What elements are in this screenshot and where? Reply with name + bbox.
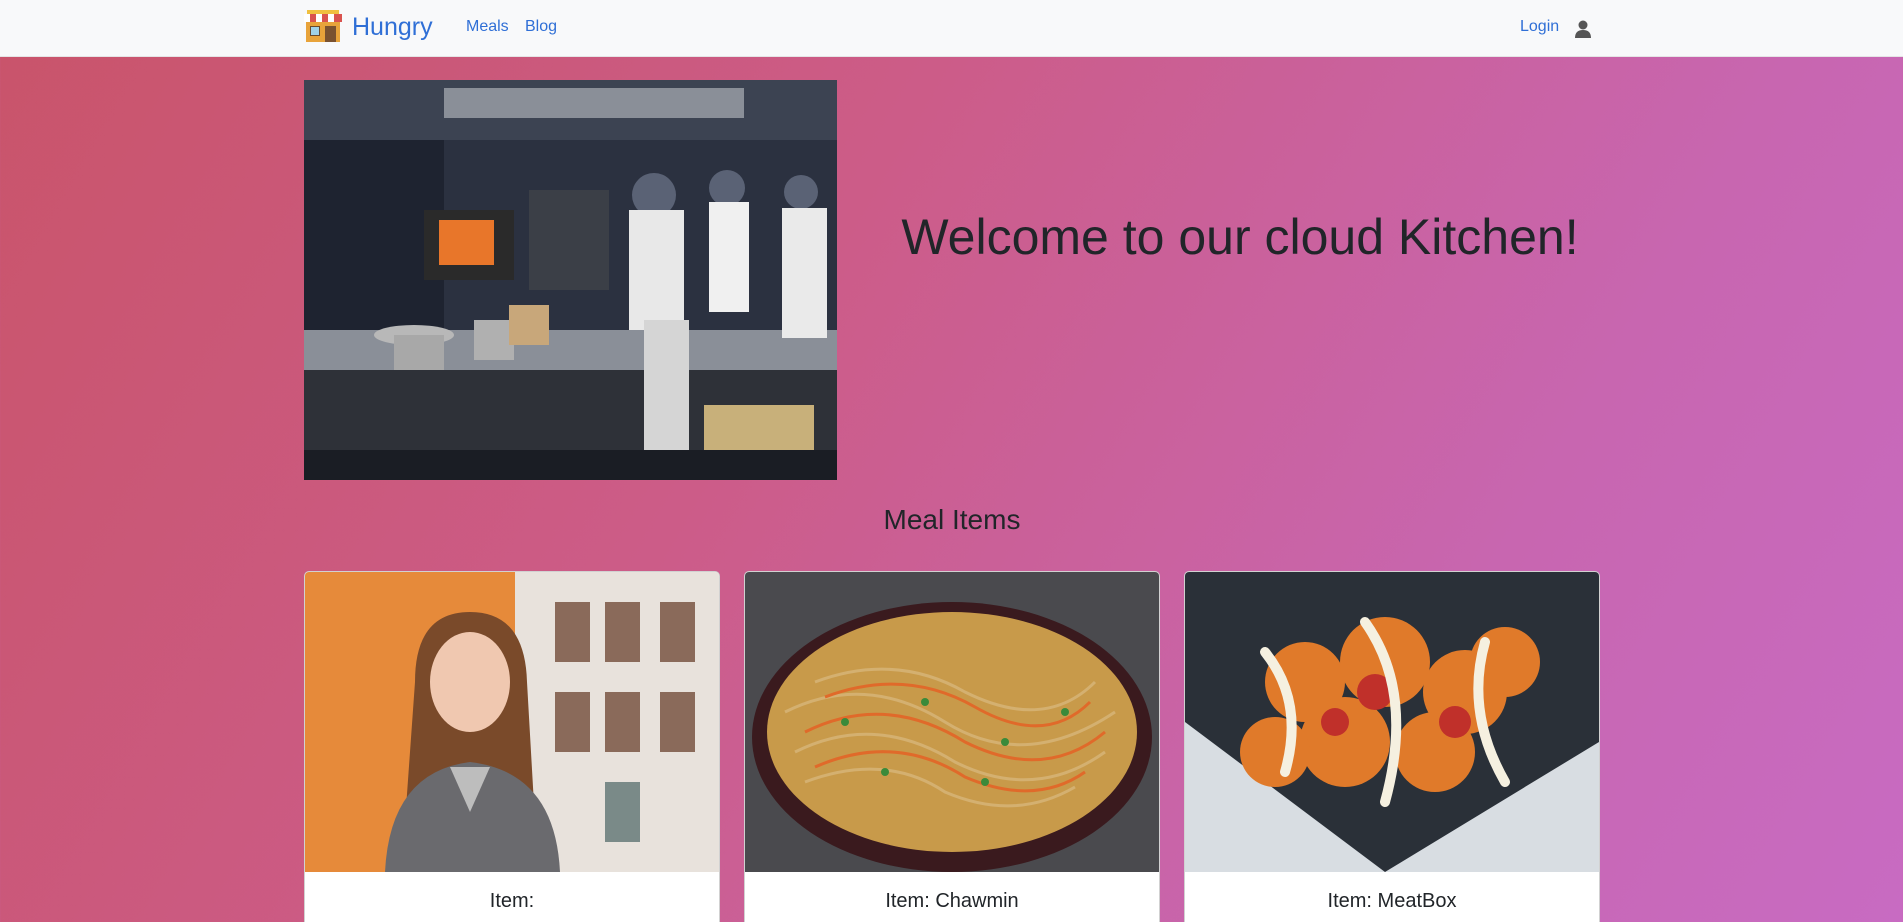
meal-card[interactable]: Item: MeatBox [1184, 571, 1600, 922]
storefront-logo-icon [304, 10, 342, 44]
brand-name: Hungry [352, 12, 433, 41]
meal-card[interactable]: Item: [304, 571, 720, 922]
meal-card-title: Item: [489, 890, 535, 912]
nav-link-blog[interactable]: Blog [525, 18, 557, 36]
user-icon[interactable] [1575, 20, 1591, 38]
nav-link-meals[interactable]: Meals [466, 18, 509, 36]
meal-card[interactable]: Item: Chawmin [744, 571, 1160, 922]
meal-card-title: Item: MeatBox [1327, 890, 1457, 912]
hero-title: Welcome to our cloud Kitchen! [901, 209, 1579, 265]
brand-link[interactable]: Hungry [304, 10, 433, 44]
top-navbar: Hungry Meals Blog Login [0, 0, 1903, 57]
kitchen-hero-image [304, 80, 837, 480]
login-link[interactable]: Login [1520, 18, 1559, 36]
meal-card-image [745, 572, 1159, 872]
meal-card-image [1185, 572, 1599, 872]
meal-card-image [305, 572, 719, 872]
meal-card-title: Item: Chawmin [885, 890, 1019, 912]
meal-items-heading: Meal Items [883, 504, 1021, 535]
